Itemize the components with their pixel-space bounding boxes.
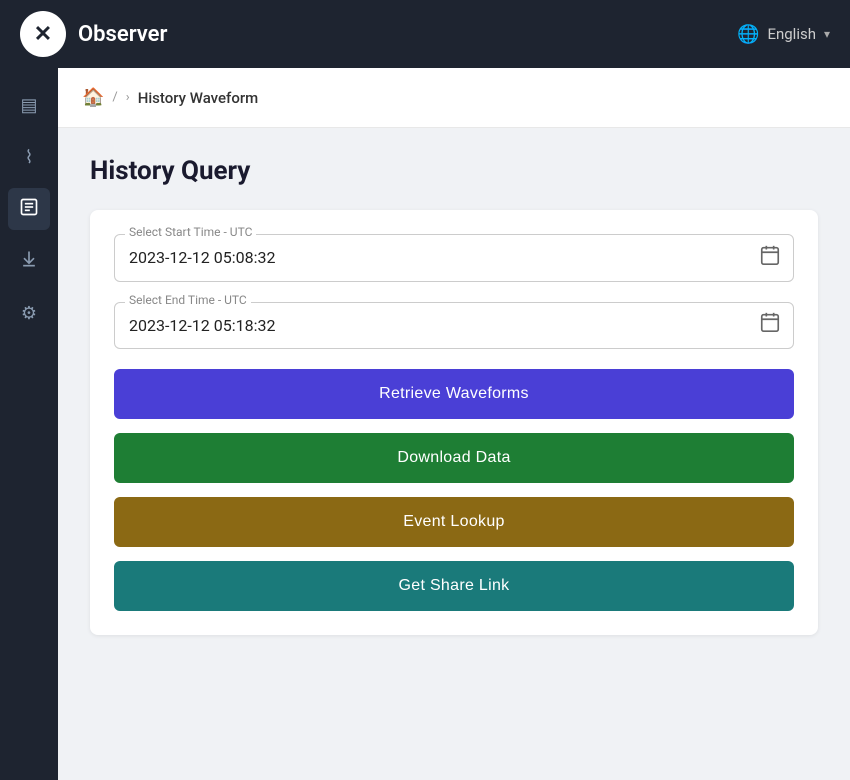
page-content: History Query Select Start Time - UTC 20… xyxy=(58,128,850,780)
download-icon xyxy=(19,249,39,274)
get-share-link-button[interactable]: Get Share Link xyxy=(114,561,794,611)
sidebar-item-download[interactable] xyxy=(8,240,50,282)
waveform-icon: ⌇ xyxy=(25,147,34,168)
start-time-field[interactable]: Select Start Time - UTC 2023-12-12 05:08… xyxy=(114,234,794,282)
retrieve-waveforms-button[interactable]: Retrieve Waveforms xyxy=(114,369,794,419)
sidebar-item-settings[interactable]: ⚙ xyxy=(8,292,50,334)
header-left: ✕ Observer xyxy=(20,11,167,57)
main-layout: ▤ ⌇ ⚙ xyxy=(0,68,850,780)
page-title: History Query xyxy=(90,156,818,186)
end-time-label: Select End Time - UTC xyxy=(125,293,251,307)
dashboard-icon: ▤ xyxy=(20,95,37,116)
download-data-button[interactable]: Download Data xyxy=(114,433,794,483)
sidebar-item-reports[interactable] xyxy=(8,188,50,230)
content-area: 🏠 / › History Waveform History Query Sel… xyxy=(58,68,850,780)
start-time-value: 2023-12-12 05:08:32 xyxy=(129,248,275,267)
sidebar-item-dashboard[interactable]: ▤ xyxy=(8,84,50,126)
app-title: Observer xyxy=(78,22,167,47)
breadcrumb: 🏠 / › History Waveform xyxy=(58,68,850,128)
end-time-value: 2023-12-12 05:18:32 xyxy=(129,316,275,335)
breadcrumb-sep1: / xyxy=(112,90,117,105)
reports-icon xyxy=(19,197,39,222)
history-query-card: Select Start Time - UTC 2023-12-12 05:08… xyxy=(90,210,818,635)
gear-icon: ⚙ xyxy=(21,303,37,324)
sidebar-item-waveform[interactable]: ⌇ xyxy=(8,136,50,178)
start-time-label: Select Start Time - UTC xyxy=(125,225,256,239)
end-time-calendar-button[interactable] xyxy=(759,311,781,339)
language-selector[interactable]: 🌐 English ▾ xyxy=(737,24,830,45)
app-header: ✕ Observer 🌐 English ▾ xyxy=(0,0,850,68)
app-logo: ✕ xyxy=(20,11,66,57)
event-lookup-button[interactable]: Event Lookup xyxy=(114,497,794,547)
breadcrumb-arrow-icon: › xyxy=(126,90,130,105)
language-label: English xyxy=(767,25,816,43)
start-time-calendar-button[interactable] xyxy=(759,244,781,272)
globe-icon: 🌐 xyxy=(737,24,759,45)
logo-symbol: ✕ xyxy=(34,22,52,47)
chevron-down-icon: ▾ xyxy=(824,27,830,41)
sidebar: ▤ ⌇ ⚙ xyxy=(0,68,58,780)
end-time-field[interactable]: Select End Time - UTC 2023-12-12 05:18:3… xyxy=(114,302,794,350)
breadcrumb-current-page: History Waveform xyxy=(138,89,259,107)
home-icon[interactable]: 🏠 xyxy=(82,87,104,108)
action-buttons: Retrieve Waveforms Download Data Event L… xyxy=(114,369,794,611)
